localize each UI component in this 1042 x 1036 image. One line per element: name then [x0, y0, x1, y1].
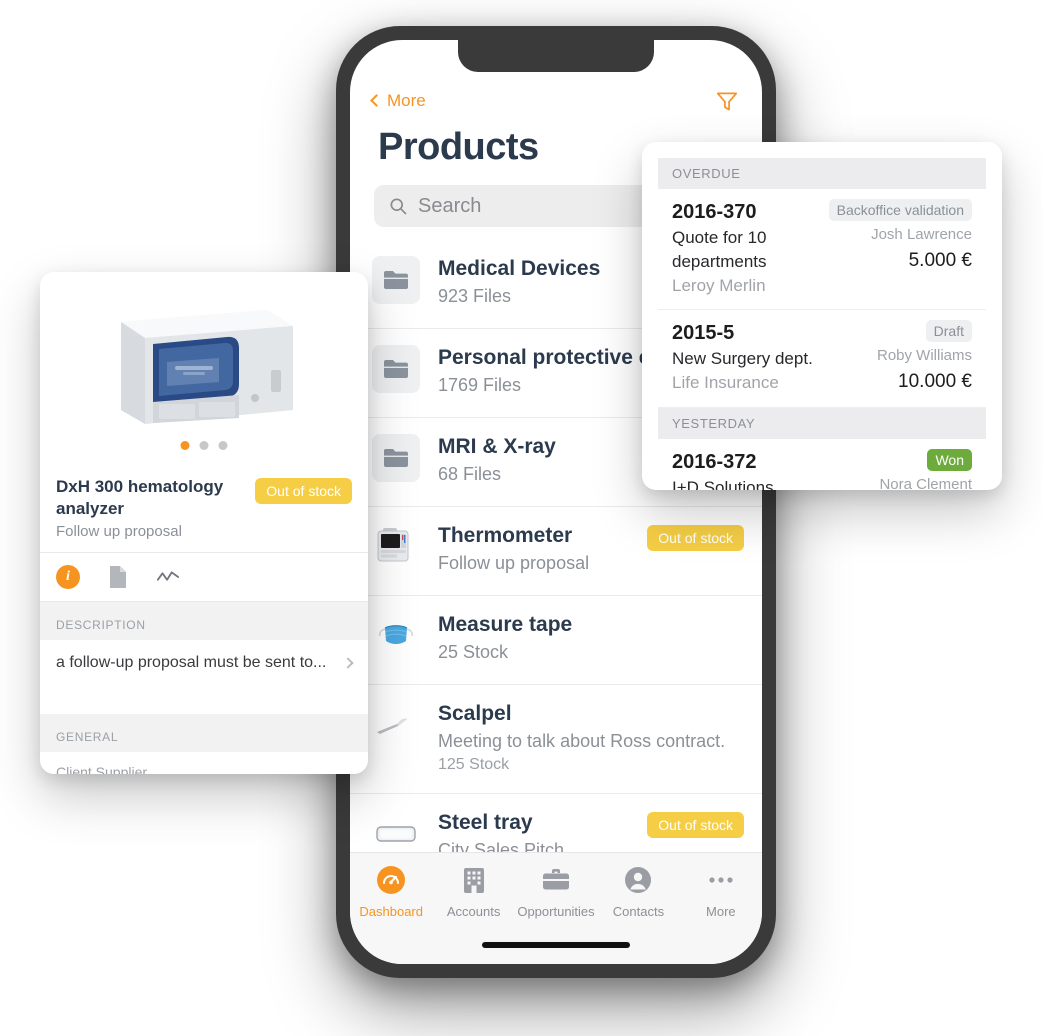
status-badge: Backoffice validation — [828, 199, 972, 221]
carousel-dot-3[interactable] — [218, 441, 228, 450]
info-icon[interactable]: i — [56, 565, 80, 590]
chevron-right-icon — [342, 657, 354, 669]
tab-more[interactable]: More — [680, 863, 762, 919]
phone-notch — [458, 40, 654, 72]
navigation-bar: More — [350, 84, 762, 118]
tab-label: Accounts — [446, 904, 501, 919]
building-icon — [457, 863, 491, 897]
ellipsis-icon — [704, 863, 738, 897]
face-mask-photo — [372, 612, 420, 660]
list-item[interactable]: Steel tray City Sales Pitch Out of stock — [350, 794, 762, 852]
tab-opportunities[interactable]: Opportunities — [515, 863, 597, 919]
trend-chart-icon[interactable] — [156, 565, 180, 589]
home-indicator — [482, 942, 630, 948]
briefcase-icon — [539, 863, 573, 897]
status-badge: Draft — [925, 320, 972, 343]
product-name: Scalpel — [438, 702, 512, 725]
general-row[interactable]: Client Supplier Yes — [40, 752, 368, 774]
activity-card: OVERDUE 2016-370 Quote for 10 department… — [642, 142, 1002, 490]
status-badge: Won — [927, 449, 972, 472]
activity-amount: 10.000 € — [898, 370, 972, 392]
table-row[interactable]: 2016-372 I+D Solutions Three life Hospit… — [658, 439, 986, 490]
product-name: Thermometer — [438, 524, 573, 547]
product-sub: City Sales Pitch — [438, 840, 565, 852]
product-name: Steel tray — [438, 810, 533, 834]
product-sub: 25 Stock — [438, 642, 509, 663]
product-name: Measure tape — [438, 613, 573, 636]
page-title: Products — [378, 126, 539, 168]
list-item[interactable]: Measure tape 25 Stock — [350, 596, 762, 685]
bottom-tab-bar: Dashboard Accounts Opportunities Contact… — [350, 852, 762, 964]
activity-list[interactable]: OVERDUE 2016-370 Quote for 10 department… — [658, 158, 986, 490]
tab-label: Contacts — [612, 904, 665, 919]
section-header-yesterday: YESTERDAY — [658, 408, 986, 440]
activity-owner: Nora Clement — [879, 476, 972, 490]
activity-title: New Surgery dept. — [672, 349, 813, 369]
activity-owner: Roby Williams — [876, 347, 972, 365]
tab-dashboard[interactable]: Dashboard — [350, 863, 432, 919]
folder-icon — [372, 256, 420, 304]
activity-id: 2016-372 — [672, 451, 757, 474]
activity-amount: 5.000 € — [908, 249, 972, 271]
activity-owner: Josh Lawrence — [871, 226, 972, 243]
monitor-device-photo — [372, 523, 420, 571]
status-badge: Out of stock — [255, 478, 352, 504]
activity-account: Leroy Merlin — [672, 275, 766, 295]
steel-tray-photo — [372, 810, 420, 852]
general-section-label: GENERAL — [40, 714, 368, 753]
hematology-analyzer-photo — [40, 272, 368, 462]
detail-header: DxH 300 hematology analyzer Follow up pr… — [40, 462, 368, 554]
activity-id: 2016-370 — [672, 201, 757, 223]
folder-icon — [372, 345, 420, 393]
carousel-dot-2[interactable] — [199, 441, 209, 450]
activity-title: Quote for 10 departments — [672, 228, 767, 271]
search-icon — [390, 198, 407, 215]
activity-title: I+D Solutions — [672, 478, 774, 490]
table-row[interactable]: 2015-5 New Surgery dept. Life Insurance … — [658, 310, 986, 409]
status-badge: Out of stock — [647, 525, 744, 551]
tab-label: More — [706, 904, 736, 919]
section-header-overdue: OVERDUE — [658, 158, 986, 189]
activity-account: Life Insurance — [672, 373, 779, 393]
activity-id: 2015-5 — [672, 322, 735, 345]
carousel-dot-1[interactable] — [180, 441, 190, 450]
screenshot-stage: More Products Search Medical Devices 923… — [0, 0, 1042, 1036]
general-field-label: Client Supplier — [56, 764, 148, 774]
detail-title: DxH 300 hematology analyzer — [56, 477, 224, 519]
document-icon[interactable] — [106, 565, 130, 589]
dashboard-gauge-icon — [374, 863, 408, 897]
search-placeholder: Search — [418, 194, 482, 217]
tab-label: Dashboard — [359, 904, 423, 919]
detail-action-bar: i — [40, 553, 368, 603]
product-sub2: 125 Stock — [438, 756, 510, 774]
scalpel-photo — [372, 701, 420, 749]
back-button-label: More — [387, 91, 426, 110]
description-text: a follow-up proposal must be sent to... — [56, 654, 327, 672]
back-button[interactable]: More — [370, 91, 426, 111]
list-item[interactable]: Thermometer Follow up proposal Out of st… — [350, 507, 762, 596]
tab-label: Opportunities — [517, 904, 595, 919]
product-sub: Follow up proposal — [438, 553, 590, 574]
folder-icon — [372, 434, 420, 482]
list-item[interactable]: Scalpel Meeting to talk about Ross contr… — [350, 685, 762, 794]
tab-accounts[interactable]: Accounts — [432, 863, 514, 919]
carousel-dots[interactable] — [180, 441, 228, 450]
description-row[interactable]: a follow-up proposal must be sent to... — [40, 640, 368, 715]
detail-subtitle: Follow up proposal — [56, 523, 182, 541]
product-detail-card: DxH 300 hematology analyzer Follow up pr… — [40, 272, 368, 774]
filter-funnel-icon[interactable] — [714, 88, 740, 114]
tab-contacts[interactable]: Contacts — [597, 863, 679, 919]
chevron-left-icon — [370, 94, 383, 107]
person-circle-icon — [621, 863, 655, 897]
description-section-label: DESCRIPTION — [40, 602, 368, 641]
status-badge: Out of stock — [647, 811, 744, 838]
product-sub: Meeting to talk about Ross contract. — [438, 731, 726, 752]
table-row[interactable]: 2016-370 Quote for 10 departments Leroy … — [658, 189, 986, 311]
